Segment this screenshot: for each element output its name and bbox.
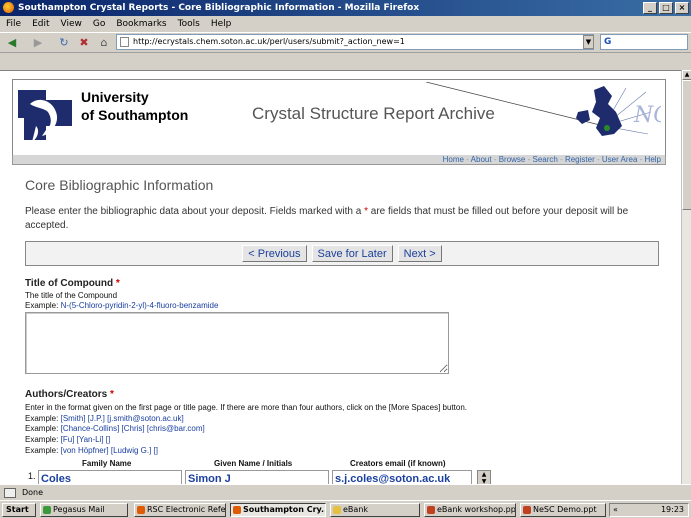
menu-bookmarks[interactable]: Bookmarks [116, 16, 166, 32]
taskbar-item[interactable]: eBank [330, 503, 420, 517]
taskbar-item[interactable]: RSC Electronic Refe... [134, 503, 226, 517]
authors-creators-label: Authors/Creators * [25, 389, 114, 400]
status-icon [4, 488, 16, 498]
firefox-icon [3, 2, 14, 13]
tray-expand-icon[interactable]: « [613, 504, 618, 516]
required-star: * [110, 389, 114, 400]
taskbar-item[interactable]: NeSC Demo.ppt [520, 503, 606, 517]
forward-arrow-icon[interactable]: ▶ [30, 36, 46, 50]
page-title: Core Bibliographic Information [25, 177, 214, 193]
status-bar: Done [0, 484, 691, 500]
home-icon[interactable]: ⌂ [96, 36, 112, 50]
menu-go[interactable]: Go [93, 16, 105, 32]
given-name-input[interactable]: Simon J [185, 470, 329, 484]
window-title: Southampton Crystal Reports - Core Bibli… [18, 3, 420, 13]
page-content: University of Southampton Crystal Struct… [0, 70, 681, 484]
row-reorder-icon[interactable]: ▲ ▼ [477, 470, 491, 484]
nav-link-help[interactable]: Help [645, 155, 661, 164]
title-example: Example: N-(5-Chloro-pyridin-2-yl)-4-flu… [25, 301, 219, 310]
folder-icon [333, 506, 341, 514]
author-row-number: 1. [28, 471, 36, 481]
back-arrow-icon[interactable]: ◀ [4, 36, 20, 50]
authors-example: Example: [von Höpfner] [Ludwig G.] [] [25, 446, 158, 455]
menu-tools[interactable]: Tools [178, 16, 200, 32]
mail-icon [43, 506, 51, 514]
intro-text: Please enter the bibliographic data abou… [25, 206, 629, 231]
required-star: * [115, 278, 120, 289]
url-bar[interactable]: http://ecrystals.chem.soton.ac.uk/perl/u… [116, 34, 594, 50]
menu-file[interactable]: File [6, 16, 21, 32]
nav-link-about[interactable]: About [471, 155, 492, 164]
system-tray: « 19:23 [609, 503, 689, 517]
wizard-button-bar: < Previous Save for Later Next > [25, 241, 659, 266]
vertical-scrollbar[interactable]: ▲ [681, 70, 691, 484]
uk-map-logo-icon: NCS [426, 82, 661, 136]
url-dropdown-icon[interactable]: ▼ [583, 35, 594, 49]
window-title-bar: Southampton Crystal Reports - Core Bibli… [0, 0, 691, 16]
minimize-button[interactable]: _ [643, 2, 657, 14]
authors-example: Example: [Smith] [J.P.] [j.smith@soton.a… [25, 414, 184, 423]
firefox-icon [233, 506, 241, 514]
nav-link-home[interactable]: Home [443, 155, 464, 164]
windows-taskbar: Start Pegasus Mail RSC Electronic Refe..… [0, 500, 691, 518]
maximize-button[interactable]: □ [659, 2, 673, 14]
menu-edit[interactable]: Edit [32, 16, 49, 32]
url-text: http://ecrystals.chem.soton.ac.uk/perl/u… [133, 37, 405, 46]
menu-bar: File Edit View Go Bookmarks Tools Help [0, 16, 691, 32]
close-button[interactable]: × [675, 2, 689, 14]
site-nav-links: Home - About - Browse - Search - Registe… [12, 155, 666, 165]
menu-help[interactable]: Help [211, 16, 232, 32]
menu-view[interactable]: View [61, 16, 82, 32]
ncs-logo-text: NCS [633, 103, 661, 128]
university-logo-icon [18, 90, 72, 142]
google-icon: G [604, 37, 612, 47]
clock: 19:23 [660, 505, 684, 514]
nav-link-browse[interactable]: Browse [499, 155, 526, 164]
reload-icon[interactable]: ↻ [56, 36, 72, 50]
taskbar-item[interactable]: eBank workshop.ppt [424, 503, 516, 517]
given-name-header: Given Name / Initials [214, 459, 293, 468]
family-name-header: Family Name [82, 459, 132, 468]
title-of-compound-label: Title of Compound * [25, 278, 120, 289]
next-button[interactable]: Next > [397, 245, 442, 262]
scroll-up-icon[interactable]: ▲ [682, 70, 691, 80]
powerpoint-icon [427, 506, 435, 514]
nav-link-search[interactable]: Search [532, 155, 557, 164]
page-icon [120, 37, 129, 47]
scroll-thumb[interactable] [682, 80, 691, 210]
nav-link-register[interactable]: Register [565, 155, 595, 164]
bookmarks-toolbar [0, 52, 691, 70]
title-help-text: The title of the Compound [25, 291, 118, 300]
family-name-input[interactable]: Coles [38, 470, 182, 484]
start-button[interactable]: Start [2, 503, 36, 517]
authors-help-text: Enter in the format given on the first p… [25, 403, 468, 412]
taskbar-item-active[interactable]: Southampton Cry... [230, 503, 326, 517]
authors-example: Example: [Chance-Collins] [Chris] [chris… [25, 424, 205, 433]
save-for-later-button[interactable]: Save for Later [311, 245, 393, 262]
title-of-compound-input[interactable] [25, 312, 449, 374]
taskbar-item[interactable]: Pegasus Mail [40, 503, 128, 517]
nav-link-user-area[interactable]: User Area [602, 155, 638, 164]
search-box[interactable]: G [600, 34, 688, 50]
stop-icon[interactable]: ✖ [76, 36, 92, 50]
previous-button[interactable]: < Previous [242, 245, 307, 262]
creators-email-input[interactable]: s.j.coles@soton.ac.uk [332, 470, 472, 484]
powerpoint-icon [523, 506, 531, 514]
creators-email-header: Creators email (if known) [350, 459, 446, 468]
site-banner: University of Southampton Crystal Struct… [12, 79, 666, 156]
firefox-icon [137, 506, 145, 514]
university-name: University of Southampton [81, 89, 189, 123]
status-text: Done [22, 488, 44, 497]
authors-example: Example: [Fu] [Yan-Li] [] [25, 435, 111, 444]
